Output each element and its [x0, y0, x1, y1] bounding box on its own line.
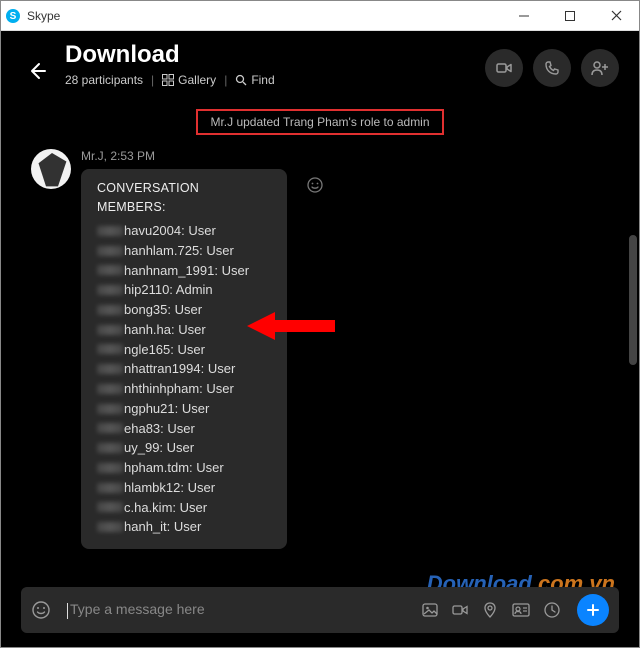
- member-label: eha83: User: [124, 419, 195, 439]
- member-row: nhattran1994: User: [97, 359, 271, 379]
- obscured-prefix: [97, 285, 123, 295]
- back-button[interactable]: [21, 55, 53, 87]
- member-label: hpham.tdm: User: [124, 458, 224, 478]
- member-row: havu2004: User: [97, 221, 271, 241]
- skype-logo-icon: S: [5, 8, 21, 24]
- react-button[interactable]: [301, 171, 329, 199]
- location-button[interactable]: [481, 601, 499, 619]
- gallery-icon: [162, 74, 174, 86]
- obscured-prefix: [97, 364, 123, 374]
- message-meta: Mr.J, 2:53 PM: [81, 149, 287, 163]
- schedule-call-button[interactable]: [543, 601, 561, 619]
- member-label: ngphu21: User: [124, 399, 209, 419]
- header-text: Download 28 participants | Gallery | Fin…: [65, 41, 275, 87]
- obscured-prefix: [97, 226, 123, 236]
- member-row: hpham.tdm: User: [97, 458, 271, 478]
- search-icon: [235, 74, 247, 86]
- member-row: bong35: User: [97, 300, 271, 320]
- member-row: c.ha.kim: User: [97, 498, 271, 518]
- obscured-prefix: [97, 404, 123, 414]
- message-input[interactable]: Type a message here: [67, 601, 411, 618]
- member-row: uy_99: User: [97, 438, 271, 458]
- obscured-prefix: [97, 265, 123, 275]
- member-label: hanhlam.725: User: [124, 241, 234, 261]
- member-row: hip2110: Admin: [97, 280, 271, 300]
- titlebar-controls: [501, 1, 639, 31]
- member-row: hlambk12: User: [97, 478, 271, 498]
- member-label: hlambk12: User: [124, 478, 215, 498]
- message-column: Mr.J, 2:53 PM CONVERSATION MEMBERS: havu…: [81, 149, 287, 549]
- obscured-prefix: [97, 325, 123, 335]
- vertical-scrollbar[interactable]: [629, 145, 637, 577]
- titlebar: S Skype: [1, 1, 639, 31]
- audio-call-button[interactable]: [533, 49, 571, 87]
- obscured-prefix: [97, 443, 123, 453]
- video-message-button[interactable]: [451, 601, 469, 619]
- obscured-prefix: [97, 423, 123, 433]
- obscured-prefix: [97, 246, 123, 256]
- member-label: hanh.ha: User: [124, 320, 206, 340]
- member-label: hip2110: Admin: [124, 280, 213, 300]
- obscured-prefix: [97, 384, 123, 394]
- close-button[interactable]: [593, 1, 639, 31]
- obscured-prefix: [97, 305, 123, 315]
- video-call-button[interactable]: [485, 49, 523, 87]
- header-actions: [485, 49, 619, 87]
- obscured-prefix: [97, 522, 123, 532]
- member-label: uy_99: User: [124, 438, 194, 458]
- system-notice: Mr.J updated Trang Pham's role to admin: [196, 109, 443, 135]
- member-label: hanh_it: User: [124, 517, 201, 537]
- member-label: nhattran1994: User: [124, 359, 235, 379]
- member-label: bong35: User: [124, 300, 202, 320]
- chat-surface: Download 28 participants | Gallery | Fin…: [1, 31, 639, 647]
- member-row: eha83: User: [97, 419, 271, 439]
- minimize-button[interactable]: [501, 1, 547, 31]
- attach-image-button[interactable]: [421, 601, 439, 619]
- member-label: nhthinhpham: User: [124, 379, 234, 399]
- emoji-button[interactable]: [31, 600, 57, 620]
- member-label: havu2004: User: [124, 221, 216, 241]
- message-time: 2:53 PM: [110, 149, 155, 163]
- maximize-button[interactable]: [547, 1, 593, 31]
- find-link[interactable]: Find: [235, 73, 274, 87]
- svg-text:S: S: [10, 11, 17, 22]
- scrollbar-thumb[interactable]: [629, 235, 637, 365]
- message-composer: Type a message here: [21, 587, 619, 633]
- system-notice-row: Mr.J updated Trang Pham's role to admin: [1, 109, 639, 135]
- member-row: hanh_it: User: [97, 517, 271, 537]
- more-button[interactable]: [577, 594, 609, 626]
- obscured-prefix: [97, 344, 123, 354]
- app-window: S Skype Download 28 participants: [0, 0, 640, 648]
- member-row: hanhlam.725: User: [97, 241, 271, 261]
- composer-actions: [421, 594, 609, 626]
- obscured-prefix: [97, 502, 123, 512]
- member-row: nhthinhpham: User: [97, 379, 271, 399]
- member-label: hanhnam_1991: User: [124, 261, 249, 281]
- message-bubble[interactable]: CONVERSATION MEMBERS: havu2004: Userhanh…: [81, 169, 287, 549]
- members-list: havu2004: Userhanhlam.725: Userhanhnam_1…: [97, 221, 271, 537]
- members-heading: CONVERSATION MEMBERS:: [97, 179, 271, 217]
- member-label: c.ha.kim: User: [124, 498, 207, 518]
- chat-header: Download 28 participants | Gallery | Fin…: [1, 31, 639, 91]
- obscured-prefix: [97, 483, 123, 493]
- member-row: hanhnam_1991: User: [97, 261, 271, 281]
- participants-count[interactable]: 28 participants: [65, 73, 143, 87]
- gallery-link[interactable]: Gallery: [162, 73, 216, 87]
- obscured-prefix: [97, 463, 123, 473]
- chat-title[interactable]: Download: [65, 41, 275, 69]
- member-row: ngphu21: User: [97, 399, 271, 419]
- message-row: Mr.J, 2:53 PM CONVERSATION MEMBERS: havu…: [1, 135, 639, 549]
- member-row: ngle165: User: [97, 340, 271, 360]
- member-row: hanh.ha: User: [97, 320, 271, 340]
- member-label: ngle165: User: [124, 340, 205, 360]
- add-participants-button[interactable]: [581, 49, 619, 87]
- contact-card-button[interactable]: [511, 601, 531, 619]
- chat-subline: 28 participants | Gallery | Find: [65, 73, 275, 87]
- titlebar-title: Skype: [27, 9, 501, 23]
- sender-name[interactable]: Mr.J: [81, 149, 104, 163]
- sender-avatar[interactable]: [31, 149, 71, 189]
